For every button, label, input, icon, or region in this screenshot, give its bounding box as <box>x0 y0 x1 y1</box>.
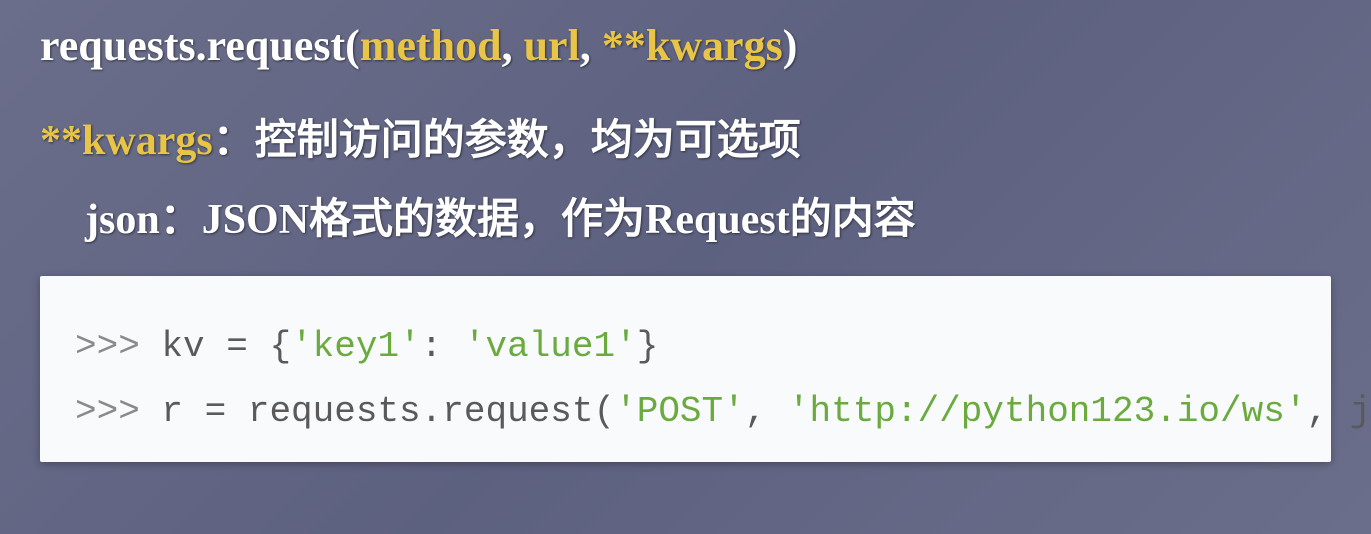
repl-prompt: >>> <box>75 391 161 432</box>
signature-suffix: ) <box>783 21 798 70</box>
code-string: 'POST' <box>615 391 745 432</box>
json-param-description: json：JSON格式的数据，作为Request的内容 <box>40 185 1331 246</box>
code-text: kv = { <box>161 326 291 367</box>
code-text: : <box>421 326 464 367</box>
signature-arg-url: url <box>524 21 580 70</box>
signature-sep2: , <box>580 21 602 70</box>
code-text: r = requests.request( <box>161 391 615 432</box>
repl-prompt: >>> <box>75 326 161 367</box>
code-text: , json=kv) <box>1306 391 1371 432</box>
signature-sep1: , <box>502 21 524 70</box>
function-signature: requests.request(method, url, **kwargs) <box>40 20 1331 71</box>
code-line-2: >>> r = requests.request('POST', 'http:/… <box>75 391 1296 432</box>
kwargs-text: 控制访问的参数，均为可选项 <box>255 118 801 164</box>
json-label: json： <box>85 197 202 243</box>
kwargs-keyword: **kwargs <box>40 118 213 164</box>
code-text: , <box>745 391 788 432</box>
kwargs-description: **kwargs：控制访问的参数，均为可选项 <box>40 106 1331 167</box>
code-example-block: >>> kv = {'key1': 'value1'} >>> r = requ… <box>40 276 1331 462</box>
code-string: 'value1' <box>464 326 637 367</box>
json-text: JSON格式的数据，作为Request的内容 <box>202 197 916 243</box>
signature-arg-kwargs: **kwargs <box>602 21 783 70</box>
code-string: 'key1' <box>291 326 421 367</box>
signature-prefix: requests.request( <box>40 21 360 70</box>
kwargs-colon: ： <box>213 118 255 164</box>
code-string: 'http://python123.io/ws' <box>788 391 1306 432</box>
code-line-1: >>> kv = {'key1': 'value1'} <box>75 326 1296 367</box>
signature-arg-method: method <box>360 21 502 70</box>
code-text: } <box>637 326 659 367</box>
